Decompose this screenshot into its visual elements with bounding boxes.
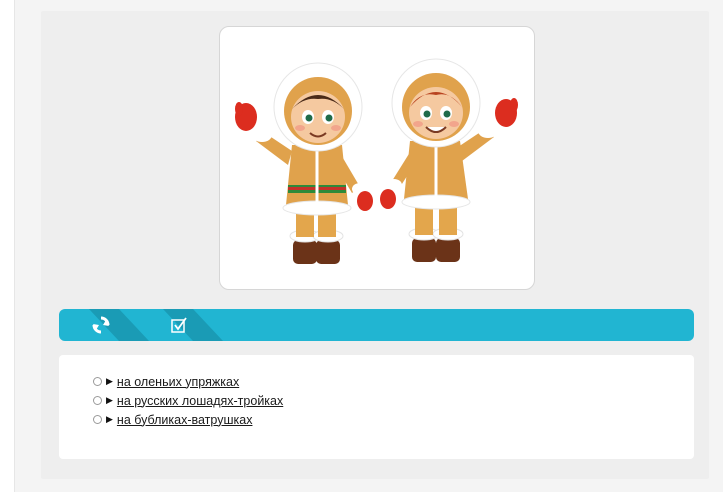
radio-button[interactable] — [93, 377, 102, 386]
refresh-button[interactable] — [81, 309, 121, 341]
play-arrow-icon: ▶ — [106, 376, 113, 386]
answer-link[interactable]: на русских лошадях-тройках — [117, 394, 283, 408]
check-answer-button[interactable] — [159, 309, 199, 341]
left-divider — [14, 0, 15, 502]
play-arrow-icon: ▶ — [106, 395, 113, 405]
bottom-band — [0, 492, 723, 502]
answer-option[interactable]: ▶ на бубликах-ватрушках — [93, 411, 252, 428]
answer-link[interactable]: на оленьих упряжках — [117, 375, 239, 389]
refresh-icon — [92, 316, 110, 334]
answer-options: ▶ на оленьих упряжках ▶ на русских лошад… — [59, 355, 694, 459]
answer-option[interactable]: ▶ на русских лошадях-тройках — [93, 392, 283, 409]
answer-link[interactable]: на бубликах-ватрушках — [117, 413, 253, 427]
children-illustration — [235, 58, 518, 264]
question-toolbar — [59, 309, 694, 341]
play-arrow-icon: ▶ — [106, 414, 113, 424]
left-child — [235, 62, 373, 264]
radio-button[interactable] — [93, 415, 102, 424]
right-child — [380, 58, 518, 262]
answer-option[interactable]: ▶ на оленьих упряжках — [93, 373, 239, 390]
question-image — [219, 26, 535, 290]
radio-button[interactable] — [93, 396, 102, 405]
left-margin — [0, 0, 14, 502]
checkbox-check-icon — [171, 317, 187, 333]
